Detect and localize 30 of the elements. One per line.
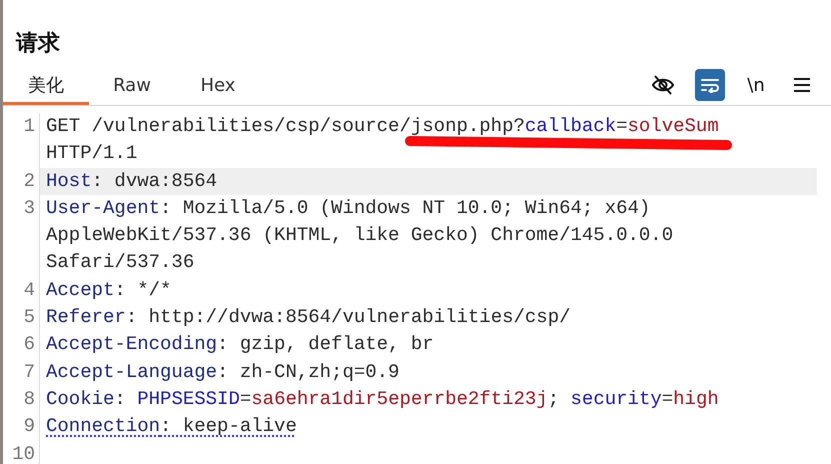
code-line: Safari/537.36 [46, 251, 194, 274]
tab[interactable]: 美化 [3, 69, 89, 105]
code-line: GET /vulnerabilities/csp/source/jsonp.php?callback=solveSum [46, 115, 719, 137]
line-number: 5 [3, 304, 40, 332]
line-number: 10 [3, 440, 40, 464]
code-line: Referer: http://dvwa:8564/vulnerabilities/csp/ [46, 306, 571, 328]
code-line: Connection: keep-alive [46, 415, 297, 438]
code-line: HTTP/1.1 [46, 142, 138, 164]
code-line: AppleWebKit/537.36 (KHTML, like Gecko) Chrome/145.0.0.0 [46, 224, 674, 246]
code-line: Accept-Encoding: gzip, deflate, br [46, 333, 434, 356]
tab[interactable]: Hex [175, 69, 261, 105]
eye-slash-icon [651, 74, 675, 96]
line-number: 6 [3, 331, 40, 359]
code-line: Host: dvwa:8564 [46, 170, 218, 192]
code-line: Accept-Language: zh-CN,zh;q=0.9 [46, 360, 400, 383]
newline-toggle-button[interactable]: \n [741, 69, 771, 101]
line-number: 1 [3, 113, 40, 168]
wrap-icon [700, 77, 720, 93]
line-number: 4 [3, 276, 40, 304]
code-line: Accept: */* [46, 278, 172, 301]
code-line: Cookie: PHPSESSID=sa6ehra1dir5eperrbe2fti23j; security=high [46, 388, 719, 410]
tab[interactable]: Raw [89, 69, 175, 105]
line-number: 9 [3, 413, 40, 441]
line-number: 3 [3, 194, 40, 277]
word-wrap-button[interactable] [695, 69, 725, 101]
panel-title: 请求 [14, 30, 61, 58]
code-line: User-Agent: Mozilla/5.0 (Windows NT 10.0; Win64; x64) [46, 196, 650, 219]
menu-icon [793, 77, 811, 93]
line-number: 7 [3, 358, 40, 386]
line-number: 8 [3, 386, 40, 414]
